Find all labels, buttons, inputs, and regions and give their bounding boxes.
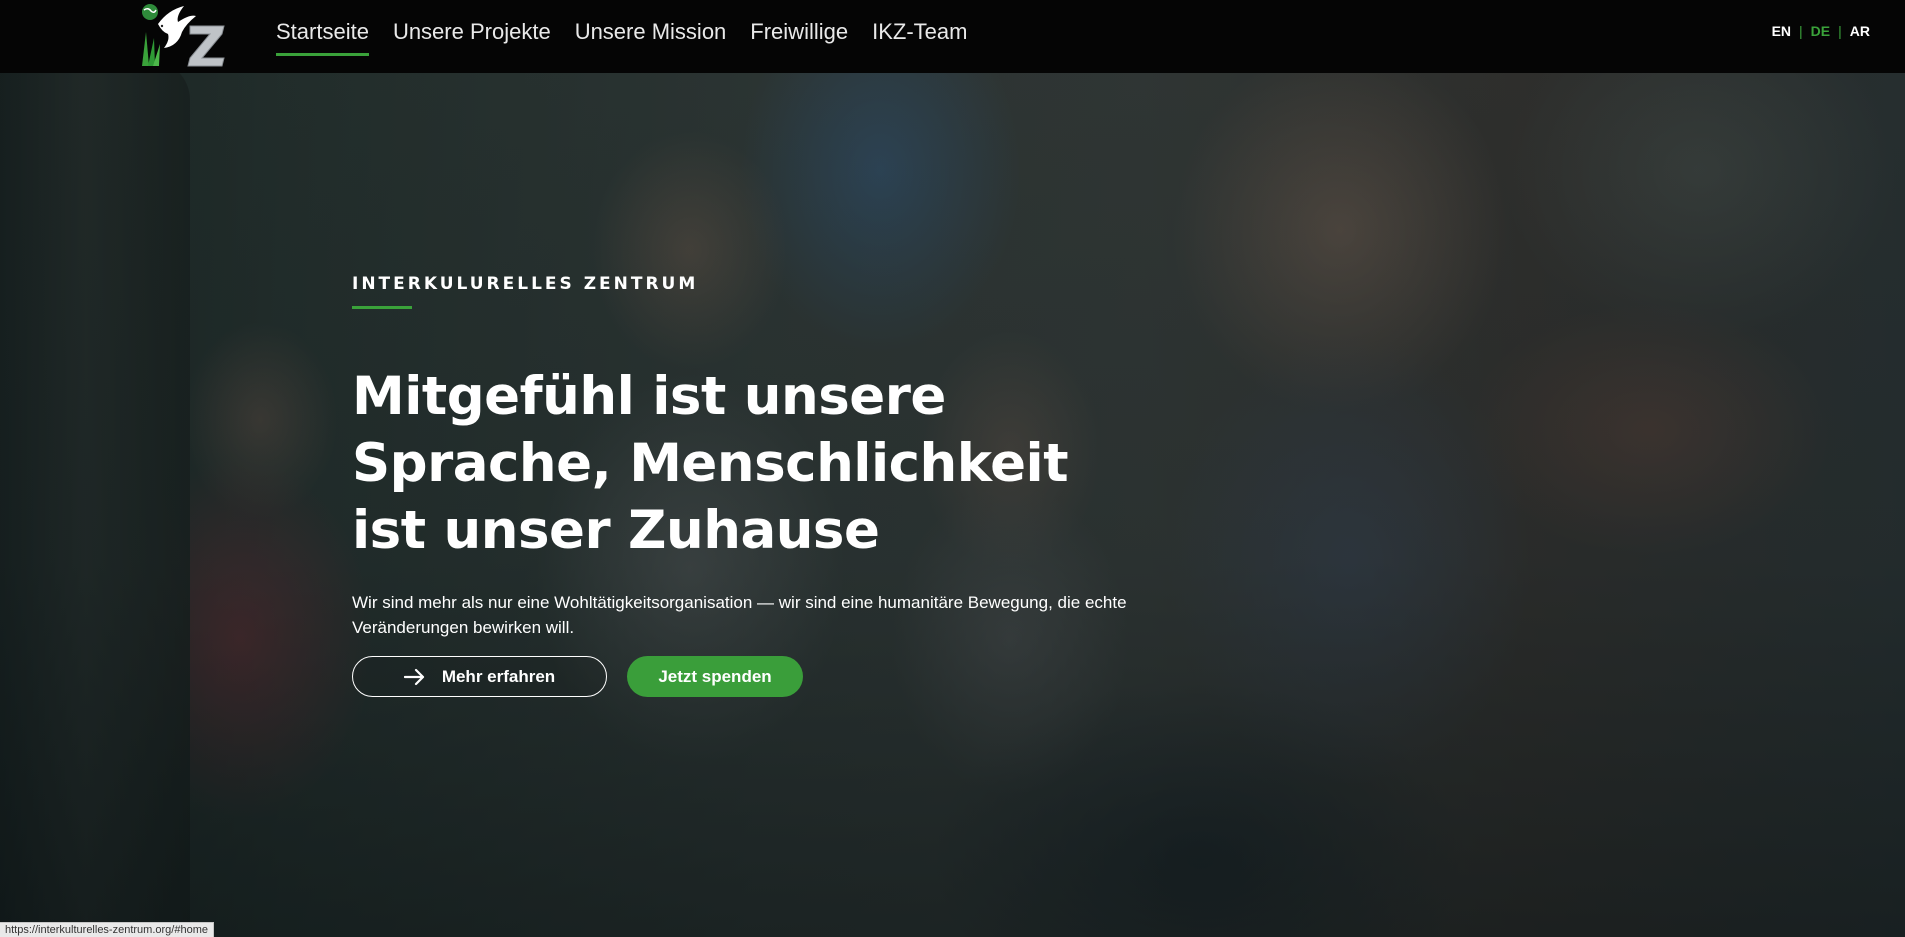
lang-option-de[interactable]: DE <box>1811 23 1830 39</box>
nav-item-unsere-mission[interactable]: Unsere Mission <box>575 0 727 45</box>
learn-more-label: Mehr erfahren <box>441 666 556 686</box>
hero-subtext: Wir sind mehr als nur eine Wohltätigkeit… <box>352 593 1127 637</box>
lang-option-en[interactable]: EN <box>1772 23 1791 39</box>
lang-separator: | <box>1799 23 1803 39</box>
status-bar-url: https://interkulturelles-zentrum.org/#ho… <box>0 922 214 937</box>
nav-item-ikz-team[interactable]: IKZ-Team <box>872 0 967 45</box>
lang-separator: | <box>1838 23 1842 39</box>
hero-buttons: Mehr erfahren Jetzt spenden <box>352 656 1152 697</box>
hero-eyebrow: INTERKULURELLES ZENTRUM <box>352 274 699 294</box>
navbar: Startseite Unsere Projekte Unsere Missio… <box>0 0 1905 73</box>
learn-more-button[interactable]: Mehr erfahren <box>352 656 607 697</box>
hero-headline: Mitgefühl ist unsere Sprache, Menschlich… <box>352 363 1152 564</box>
headline-line: Sprache, Menschlichkeit <box>352 433 1069 494</box>
donate-button[interactable]: Jetzt spenden <box>627 656 803 697</box>
eyebrow-underline <box>352 306 412 309</box>
nav-item-freiwillige[interactable]: Freiwillige <box>750 0 848 45</box>
nav-item-startseite[interactable]: Startseite <box>276 0 369 56</box>
arrow-right-icon <box>403 668 424 685</box>
lang-option-ar[interactable]: AR <box>1850 23 1870 39</box>
headline-line: Mitgefühl ist unsere <box>352 366 946 427</box>
main-navigation: Startseite Unsere Projekte Unsere Missio… <box>276 0 991 73</box>
language-switcher: EN | DE | AR <box>1772 23 1870 39</box>
page: Startseite Unsere Projekte Unsere Missio… <box>0 0 1905 937</box>
donate-label: Jetzt spenden <box>658 666 772 686</box>
dove-globe-logo-icon <box>142 4 225 67</box>
nav-item-unsere-projekte[interactable]: Unsere Projekte <box>393 0 551 45</box>
hero-section: INTERKULURELLES ZENTRUM Mitgefühl ist un… <box>352 274 1152 697</box>
headline-line: ist unser Zuhause <box>352 500 880 561</box>
logo-link[interactable] <box>138 2 234 68</box>
